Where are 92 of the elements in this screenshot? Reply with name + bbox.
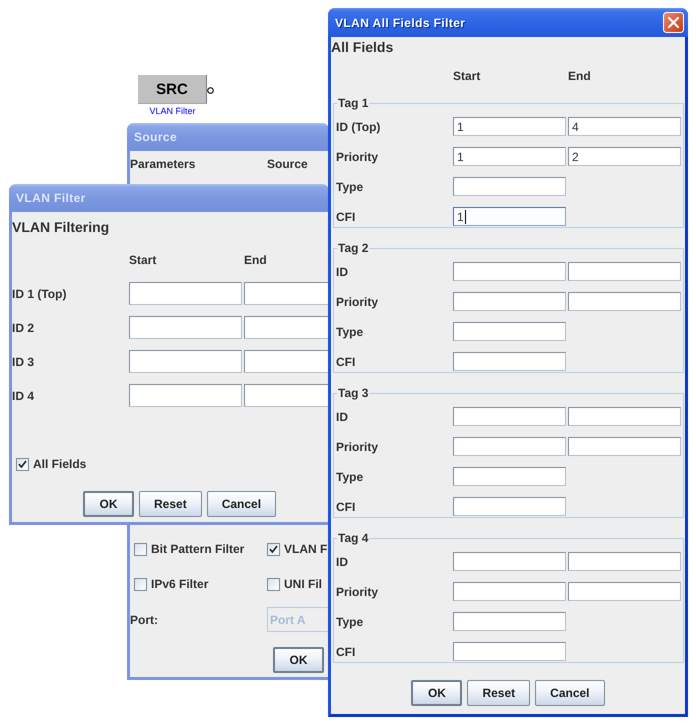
input-field[interactable] — [244, 316, 329, 339]
field-label: Priority — [336, 440, 380, 454]
field-label: CFI — [336, 210, 356, 224]
input-field[interactable] — [129, 350, 242, 373]
dialog-button[interactable]: OK — [83, 491, 134, 517]
field-label: Type — [336, 324, 364, 338]
field-label: ID 2 — [12, 320, 36, 334]
input-field[interactable] — [453, 407, 566, 426]
input-field[interactable] — [568, 292, 681, 311]
checkbox-label[interactable]: IPv6 Filter — [151, 576, 208, 592]
input-field[interactable] — [568, 582, 681, 601]
field-label: ID (Top) — [336, 120, 382, 134]
field-label: ID — [336, 554, 349, 568]
group-title: Tag 4 — [337, 531, 370, 545]
field-label: Priority — [336, 584, 380, 598]
input-field[interactable] — [453, 352, 566, 371]
field-label: Port: — [130, 612, 159, 626]
input-field[interactable]: 2 — [568, 147, 681, 166]
input-field[interactable] — [453, 552, 566, 571]
checkbox[interactable] — [267, 578, 280, 590]
field-label: ID — [336, 264, 349, 278]
window-title: Source — [134, 130, 178, 144]
field-label: Priority — [336, 294, 380, 308]
input-field[interactable] — [453, 322, 566, 341]
field-label: Type — [336, 614, 364, 628]
close-icon[interactable] — [663, 12, 684, 33]
field-label: CFI — [336, 354, 356, 368]
dialog-button[interactable]: Cancel — [206, 491, 276, 517]
input-field[interactable] — [453, 642, 566, 661]
node-label: VLAN Filter — [149, 106, 196, 117]
column-header: Start — [453, 68, 482, 84]
dialog-button[interactable]: Reset — [467, 680, 530, 706]
checkbox[interactable] — [134, 542, 147, 556]
field-label: Type — [336, 180, 364, 194]
group-title: Tag 2 — [337, 241, 370, 255]
field-label: ID — [336, 410, 349, 424]
input-field[interactable]: 1 — [453, 147, 566, 166]
section-heading: All Fields — [331, 38, 394, 55]
dialog-button[interactable]: OK — [273, 647, 324, 673]
input-field[interactable]: 1 — [453, 207, 566, 226]
field-label: ID 4 — [12, 388, 36, 402]
input-field[interactable] — [453, 177, 566, 196]
input-field[interactable] — [453, 497, 566, 516]
dialog-button[interactable]: Cancel — [535, 680, 605, 706]
input-field[interactable] — [568, 262, 681, 281]
input-field[interactable] — [453, 292, 566, 311]
checkbox[interactable] — [267, 542, 280, 556]
column-header: Parameters — [130, 156, 196, 172]
window-title: VLAN Filter — [16, 191, 86, 205]
dialog-button[interactable]: Reset — [139, 491, 202, 517]
input-field[interactable] — [453, 437, 566, 456]
input-field[interactable] — [129, 282, 242, 305]
column-header: End — [568, 68, 592, 84]
checkbox-label[interactable]: VLAN F — [284, 541, 328, 557]
input-field[interactable] — [453, 582, 566, 601]
group-title: Tag 1 — [337, 96, 370, 110]
input-field[interactable]: 1 — [453, 117, 566, 136]
window-title: VLAN All Fields Filter — [335, 16, 466, 30]
field-label: Priority — [336, 150, 380, 164]
input-field[interactable] — [244, 350, 329, 373]
input-field[interactable] — [244, 282, 329, 305]
input-field[interactable] — [568, 437, 681, 456]
checkbox-label[interactable]: Bit Pattern Filter — [151, 541, 244, 557]
input-field[interactable] — [129, 316, 242, 339]
field-label: Type — [336, 470, 364, 484]
input-field[interactable]: 4 — [568, 117, 681, 136]
checkmark-icon — [269, 545, 278, 553]
column-header: End — [244, 252, 268, 268]
field-label: ID 1 (Top) — [12, 286, 68, 300]
column-header: Source — [267, 156, 309, 172]
text-cursor-icon — [464, 210, 466, 224]
input-field[interactable] — [568, 407, 681, 426]
input-field[interactable] — [453, 612, 566, 631]
checkmark-icon — [18, 460, 27, 468]
checkbox-label[interactable]: UNI Fil — [284, 576, 322, 592]
checkbox-label[interactable]: All Fields — [33, 456, 86, 472]
field-label: CFI — [336, 500, 356, 514]
column-header: Start — [129, 252, 158, 268]
input-field[interactable] — [453, 467, 566, 486]
input-field[interactable] — [244, 384, 329, 407]
checkbox[interactable] — [134, 578, 147, 590]
dialog-button[interactable]: OK — [411, 680, 462, 706]
input-field[interactable] — [453, 262, 566, 281]
port-icon[interactable] — [207, 87, 214, 94]
group-title: Tag 3 — [337, 386, 370, 400]
section-heading: VLAN Filtering — [12, 218, 110, 235]
input-field[interactable] — [568, 552, 681, 571]
checkbox[interactable] — [16, 458, 29, 470]
field-label: CFI — [336, 644, 356, 658]
field-label: ID 3 — [12, 354, 36, 368]
input-field[interactable] — [129, 384, 242, 407]
source-node[interactable]: SRC — [138, 75, 207, 104]
